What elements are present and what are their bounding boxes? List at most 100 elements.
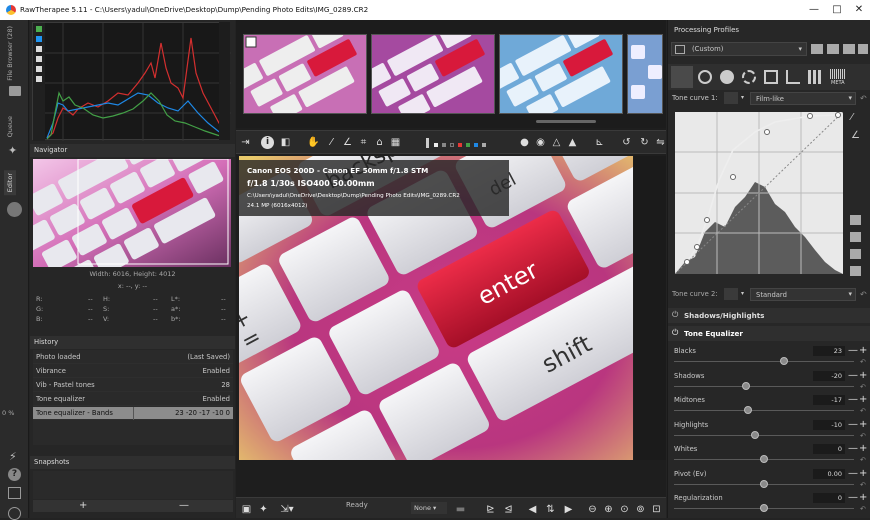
angle-icon[interactable]: ∠ (851, 130, 860, 141)
open-profile-icon[interactable] (811, 44, 823, 54)
transform-icon[interactable]: ⌂ (373, 136, 386, 149)
slider-knob[interactable] (743, 406, 752, 414)
copy-curve-icon[interactable] (850, 215, 861, 225)
flag-icon[interactable]: ⊴ (502, 503, 515, 516)
decrement-button[interactable]: — (848, 395, 858, 405)
decrement-button[interactable]: — (848, 346, 858, 356)
slider-track[interactable] (674, 361, 854, 362)
rotate-left-icon[interactable]: ↺ (620, 136, 633, 149)
slider-track[interactable] (674, 410, 854, 411)
slider-value-input[interactable]: 23 (813, 346, 845, 356)
advanced-tab-icon[interactable] (742, 70, 756, 84)
rotate-right-icon[interactable]: ↻ (638, 136, 651, 149)
slider-knob[interactable] (742, 381, 750, 390)
decrement-button[interactable]: — (848, 444, 858, 454)
snapshots-header[interactable]: Snapshots (30, 456, 235, 469)
preview-red-icon[interactable] (458, 143, 462, 147)
preview-white-icon[interactable] (434, 143, 438, 147)
navigator-header[interactable]: Navigator (30, 144, 235, 157)
slider-knob[interactable] (751, 430, 759, 439)
save-profile-icon[interactable] (827, 44, 839, 54)
increment-button[interactable]: + (859, 444, 867, 454)
reset-icon[interactable]: ↶ (860, 290, 867, 299)
slider-knob[interactable] (760, 455, 768, 463)
transform-tab-icon[interactable] (786, 70, 800, 84)
next-image-icon[interactable]: ▶ (562, 503, 575, 516)
sync-icon[interactable]: ⇅ (544, 503, 557, 516)
move-icon[interactable] (8, 507, 21, 520)
curve-type-icon[interactable] (724, 288, 738, 300)
reset-icon[interactable]: ↶ (860, 505, 866, 513)
zoom-100-icon[interactable]: ⊙ (618, 503, 631, 516)
info-icon[interactable]: i (261, 136, 274, 149)
preview-luminance-icon[interactable] (482, 143, 486, 147)
graph-icon[interactable]: ⊾ (593, 136, 606, 149)
meta-tab-label[interactable]: META (831, 80, 845, 86)
label-icon[interactable]: ▬ (454, 503, 467, 516)
slider-value-input[interactable]: 0 (813, 444, 845, 454)
reset-icon[interactable]: ↶ (860, 407, 866, 415)
tone-equalizer-section[interactable]: ⏻ Tone Equalizer (668, 326, 870, 341)
chevron-down-icon[interactable]: ▾ (741, 94, 744, 101)
help-icon[interactable]: ? (8, 468, 21, 481)
preview-black-icon[interactable] (450, 143, 454, 147)
folder-icon[interactable] (9, 86, 21, 96)
add-snapshot-button[interactable]: + (79, 501, 87, 511)
filmstrip-scrollbar[interactable] (536, 120, 596, 123)
reset-icon[interactable]: ↶ (860, 456, 866, 464)
close-button[interactable]: ✕ (852, 3, 866, 17)
slider-value-input[interactable]: -20 (813, 370, 845, 381)
preview-green-icon[interactable] (466, 143, 470, 147)
tab-file-browser[interactable]: File Browser (28) (6, 26, 14, 81)
paste-profile-icon[interactable] (858, 44, 868, 54)
slider-value-input[interactable]: 0 (813, 493, 845, 503)
barcode-icon[interactable] (830, 69, 846, 79)
flip-icon[interactable]: ⇋ (654, 136, 667, 149)
tone-curve-1-mode[interactable]: Film-like ▾ (750, 92, 856, 105)
slider-track[interactable] (674, 385, 854, 387)
new-detail-window-icon[interactable]: ⊡ (650, 503, 663, 516)
tab-queue[interactable]: Queue (6, 116, 14, 137)
slider-track[interactable] (674, 434, 854, 436)
queue-add-icon[interactable]: ✦ (257, 503, 270, 516)
copy-profile-icon[interactable] (843, 44, 855, 54)
slider-value-input[interactable]: -17 (813, 395, 845, 405)
increment-button[interactable]: + (859, 419, 867, 430)
compare-icon[interactable]: ⊵ (484, 503, 497, 516)
slider-value-input[interactable]: 0.00 (813, 468, 845, 479)
exposure-tab-icon[interactable] (671, 66, 693, 88)
preview-gray-icon[interactable] (442, 143, 446, 147)
grid-icon[interactable]: ▦ (389, 136, 402, 149)
power-icon[interactable]: ⏻ (672, 328, 678, 338)
history-header[interactable]: History (30, 336, 235, 349)
save-curve-icon[interactable] (850, 266, 861, 276)
tone-curve-2-mode[interactable]: Standard ▾ (750, 288, 856, 301)
history-item[interactable]: Tone equalizer Enabled (33, 393, 233, 406)
increment-button[interactable]: + (859, 370, 867, 381)
history-item[interactable]: Photo loaded (Last Saved) (33, 351, 233, 364)
zoom-out-icon[interactable]: ⊖ (586, 503, 599, 516)
decrement-button[interactable]: — (848, 419, 858, 430)
slider-knob[interactable] (760, 479, 768, 488)
preview-blue-icon[interactable] (474, 143, 478, 147)
external-editor-dropdown[interactable]: ⇲▾ (276, 503, 298, 516)
save-image-icon[interactable]: ▣ (240, 503, 253, 516)
before-after-icon[interactable]: ◧ (279, 136, 292, 149)
decrement-button[interactable]: — (848, 370, 858, 381)
slider-value-input[interactable]: -10 (813, 419, 845, 430)
edit-node-icon[interactable]: ⁄ (851, 112, 853, 123)
chevron-down-icon[interactable]: ▾ (741, 290, 744, 297)
color-tab-icon[interactable] (720, 70, 734, 84)
curve-type-icon[interactable] (724, 92, 738, 104)
increment-button[interactable]: + (859, 346, 867, 356)
none-select[interactable]: None ▾ (411, 502, 447, 514)
straighten-icon[interactable]: ∠ (341, 136, 354, 149)
hide-panel-icon[interactable]: ⇥ (239, 136, 252, 149)
raw-tab-icon[interactable] (808, 70, 822, 84)
open-curve-icon[interactable] (850, 249, 861, 259)
crop-icon[interactable]: ⌗ (357, 136, 370, 149)
filmstrip-thumbnail[interactable] (243, 34, 367, 114)
decrement-button[interactable]: — (848, 493, 858, 503)
increment-button[interactable]: + (859, 493, 867, 503)
zoom-in-icon[interactable]: ⊕ (602, 503, 615, 516)
